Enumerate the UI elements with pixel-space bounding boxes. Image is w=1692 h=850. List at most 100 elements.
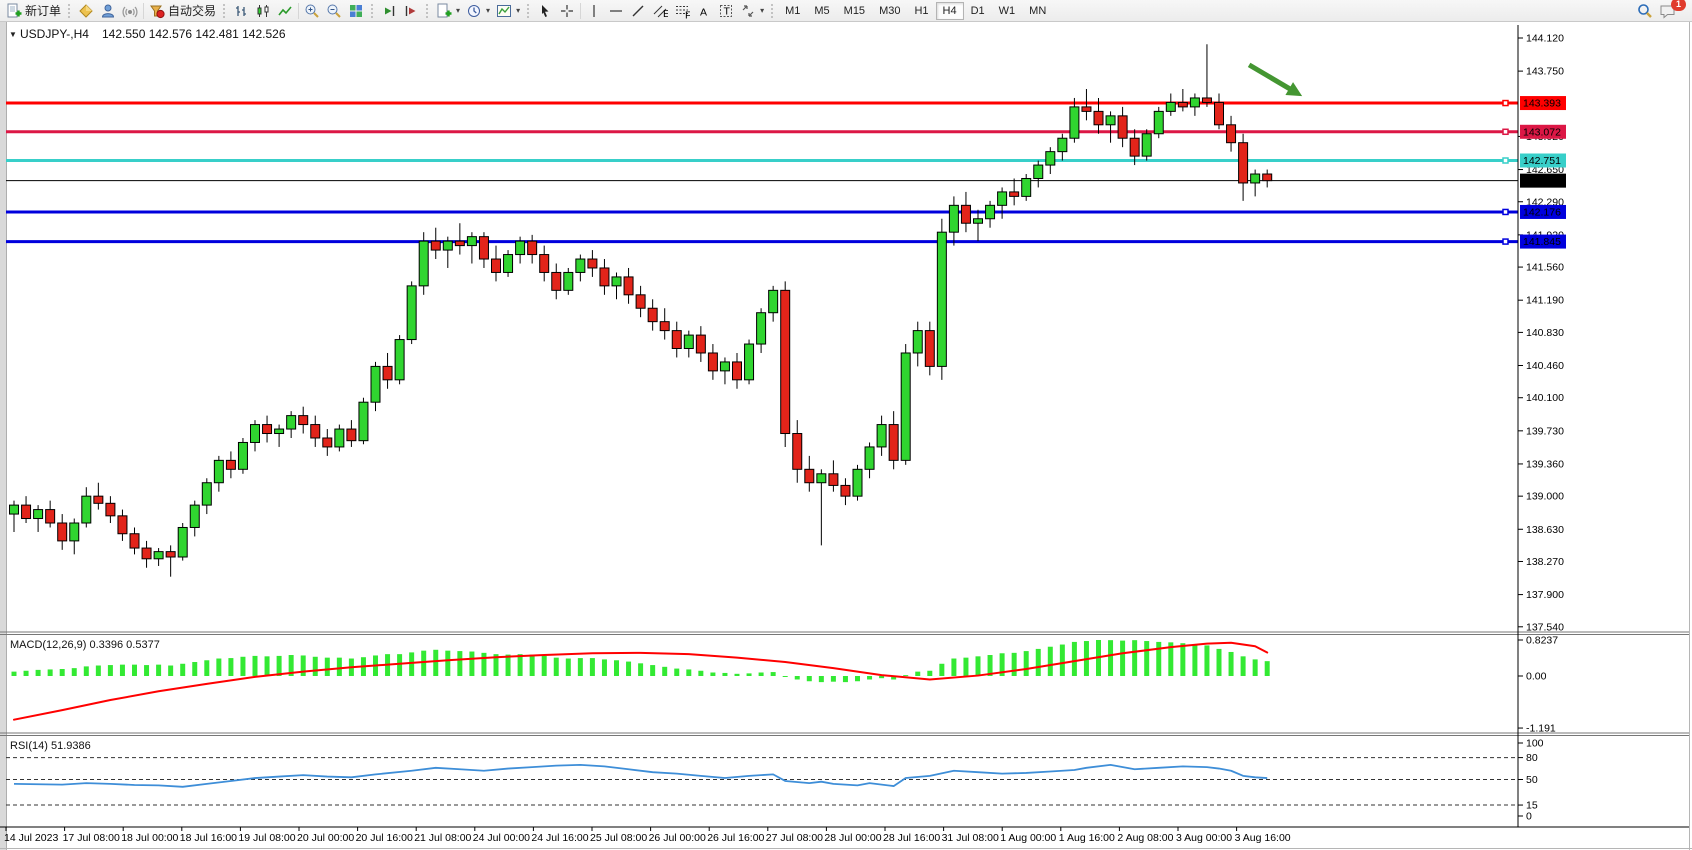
price-tick-label: 139.730 bbox=[1526, 425, 1564, 437]
zoom-out-button[interactable] bbox=[323, 1, 345, 21]
chart-dropdown-icon[interactable]: ▼ bbox=[9, 30, 17, 39]
timeframe-m1[interactable]: M1 bbox=[778, 2, 807, 20]
toolbar-grip bbox=[770, 3, 775, 19]
timeframe-mn[interactable]: MN bbox=[1022, 2, 1053, 20]
candle-body bbox=[564, 272, 573, 290]
line-handle[interactable] bbox=[1503, 101, 1508, 106]
candle-body bbox=[708, 353, 717, 371]
candle-body bbox=[407, 286, 416, 340]
toolbar-grip bbox=[222, 3, 227, 19]
candle-body bbox=[1227, 125, 1236, 143]
line-handle[interactable] bbox=[1503, 129, 1508, 134]
rsi-tick-label: 50 bbox=[1526, 774, 1538, 786]
toolbar-separator bbox=[298, 3, 299, 19]
arrows-button[interactable]: ▾ bbox=[737, 1, 767, 21]
macd-tick-label: 0.8237 bbox=[1526, 635, 1558, 647]
candle-body bbox=[769, 290, 778, 312]
macd-histogram-bar bbox=[445, 651, 450, 676]
macd-histogram-bar bbox=[204, 660, 209, 676]
candle-body bbox=[1034, 165, 1043, 178]
timeframe-h4[interactable]: H4 bbox=[936, 2, 964, 20]
macd-histogram-bar bbox=[1156, 642, 1161, 676]
candle-body bbox=[46, 510, 55, 523]
candle-body bbox=[251, 425, 260, 443]
timeframe-m5[interactable]: M5 bbox=[807, 2, 836, 20]
timeframe-m15[interactable]: M15 bbox=[837, 2, 872, 20]
macd-histogram-bar bbox=[457, 651, 462, 676]
new-order-button[interactable]: 新订单 bbox=[3, 1, 64, 21]
line-chart-button[interactable] bbox=[274, 1, 296, 21]
timeframe-h1[interactable]: H1 bbox=[907, 2, 935, 20]
timeframe-m30[interactable]: M30 bbox=[872, 2, 907, 20]
toolbar-separator bbox=[580, 3, 581, 19]
macd-histogram-bar bbox=[614, 660, 619, 676]
horizontal-line-button[interactable] bbox=[605, 1, 627, 21]
chart-title-symbol: USDJPY-,H4 bbox=[20, 27, 89, 41]
bar-chart-button[interactable] bbox=[230, 1, 252, 21]
macd-histogram-bar bbox=[12, 672, 17, 676]
line-handle[interactable] bbox=[1503, 209, 1508, 214]
channel-button[interactable]: E bbox=[649, 1, 671, 21]
chart-shift-button[interactable] bbox=[400, 1, 422, 21]
vertical-line-button[interactable] bbox=[583, 1, 605, 21]
period-button[interactable]: ▾ bbox=[463, 1, 493, 21]
candle-body bbox=[528, 241, 537, 254]
text-label-button[interactable]: T bbox=[715, 1, 737, 21]
macd-histogram-bar bbox=[313, 657, 318, 676]
auto-trading-button[interactable]: 自动交易 bbox=[146, 1, 219, 21]
macd-histogram-bar bbox=[24, 671, 29, 676]
timeframe-w1[interactable]: W1 bbox=[992, 2, 1023, 20]
signal-button[interactable] bbox=[119, 1, 141, 21]
crosshair-button[interactable] bbox=[556, 1, 578, 21]
line-handle[interactable] bbox=[1503, 158, 1508, 163]
macd-histogram-bar bbox=[1229, 652, 1234, 676]
search-button[interactable] bbox=[1634, 1, 1656, 21]
tile-windows-icon bbox=[348, 3, 364, 19]
chart-canvas[interactable]: 144.120143.750143.020142.650142.290141.9… bbox=[0, 22, 1692, 850]
macd-histogram-bar bbox=[433, 650, 438, 676]
macd-histogram-bar bbox=[843, 676, 848, 682]
zoom-in-button[interactable] bbox=[301, 1, 323, 21]
chevron-down-icon: ▾ bbox=[516, 6, 520, 15]
macd-histogram-bar bbox=[722, 673, 727, 676]
auto-trading-icon bbox=[149, 3, 165, 19]
line-handle[interactable] bbox=[1503, 239, 1508, 244]
macd-histogram-bar bbox=[903, 675, 908, 676]
candle-body bbox=[1251, 174, 1260, 183]
time-axis-label: 27 Jul 08:00 bbox=[766, 832, 823, 844]
annotation-arrow-shaft[interactable] bbox=[1249, 65, 1293, 91]
market-watch-button[interactable] bbox=[97, 1, 119, 21]
cursor-button[interactable] bbox=[534, 1, 556, 21]
candlestick-button[interactable] bbox=[252, 1, 274, 21]
indicators-button[interactable]: ▾ bbox=[493, 1, 523, 21]
candle-body bbox=[10, 505, 19, 514]
cursor-icon bbox=[537, 3, 553, 19]
macd-histogram-bar bbox=[783, 676, 788, 677]
fibonacci-button[interactable]: F bbox=[671, 1, 693, 21]
trendline-button[interactable] bbox=[627, 1, 649, 21]
macd-histogram-bar bbox=[626, 662, 631, 676]
tile-windows-button[interactable] bbox=[345, 1, 367, 21]
notifications-button[interactable]: 1 bbox=[1656, 1, 1679, 21]
mt4-window: 新订单 自动交易 bbox=[0, 0, 1692, 850]
macd-signal-line bbox=[14, 643, 1267, 720]
candle-body bbox=[1154, 111, 1163, 133]
text-button[interactable]: A bbox=[693, 1, 715, 21]
macd-histogram-bar bbox=[939, 664, 944, 676]
candle-body bbox=[1239, 143, 1248, 183]
candle-body bbox=[130, 534, 139, 548]
macd-histogram-bar bbox=[638, 663, 643, 676]
profile-button[interactable] bbox=[75, 1, 97, 21]
macd-histogram-bar bbox=[1108, 640, 1113, 676]
macd-histogram-bar bbox=[409, 652, 414, 676]
macd-histogram-bar bbox=[1072, 642, 1077, 676]
candle-body bbox=[238, 442, 247, 469]
search-icon bbox=[1637, 3, 1653, 19]
candle-body bbox=[913, 331, 922, 353]
candle-body bbox=[925, 331, 934, 367]
candle-body bbox=[600, 268, 609, 286]
timeframe-d1[interactable]: D1 bbox=[964, 2, 992, 20]
auto-scroll-button[interactable] bbox=[378, 1, 400, 21]
new-chart-button[interactable]: ▾ bbox=[433, 1, 463, 21]
price-tag-label: 142.176 bbox=[1523, 206, 1561, 218]
